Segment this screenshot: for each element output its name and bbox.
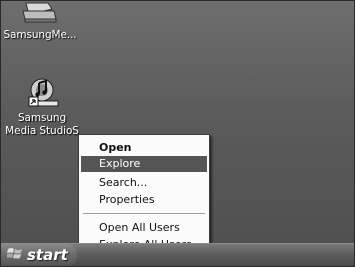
menu-item-open[interactable]: Open (81, 140, 207, 156)
menu-item-open-all-users[interactable]: Open All Users (81, 220, 207, 236)
context-menu: Open Explore Search... Properties Open A… (78, 134, 210, 260)
menu-item-explore[interactable]: Explore (81, 156, 207, 172)
desktop-icon-media-studio[interactable]: Samsung Media StudioS (1, 73, 84, 137)
desktop-icon-label: SamsungMe... (3, 29, 77, 41)
taskbar: start (1, 243, 354, 266)
desktop[interactable]: SamsungMe... Samsung Media StudioS Open … (1, 1, 354, 266)
start-label: start (27, 246, 68, 264)
menu-separator (83, 213, 205, 215)
samsung-media-studio-icon (22, 73, 62, 111)
menu-item-properties[interactable]: Properties (81, 192, 207, 208)
menu-item-search[interactable]: Search... (81, 175, 207, 191)
windows-logo-icon (6, 246, 23, 265)
start-button[interactable]: start (1, 244, 77, 266)
desktop-icon-samsungme[interactable]: SamsungMe... (1, 1, 82, 41)
desktop-icon-label-line1: Samsung (17, 112, 67, 124)
samsung-media-icon (20, 1, 60, 29)
desktop-icon-label-line2: Media StudioS (5, 125, 79, 137)
